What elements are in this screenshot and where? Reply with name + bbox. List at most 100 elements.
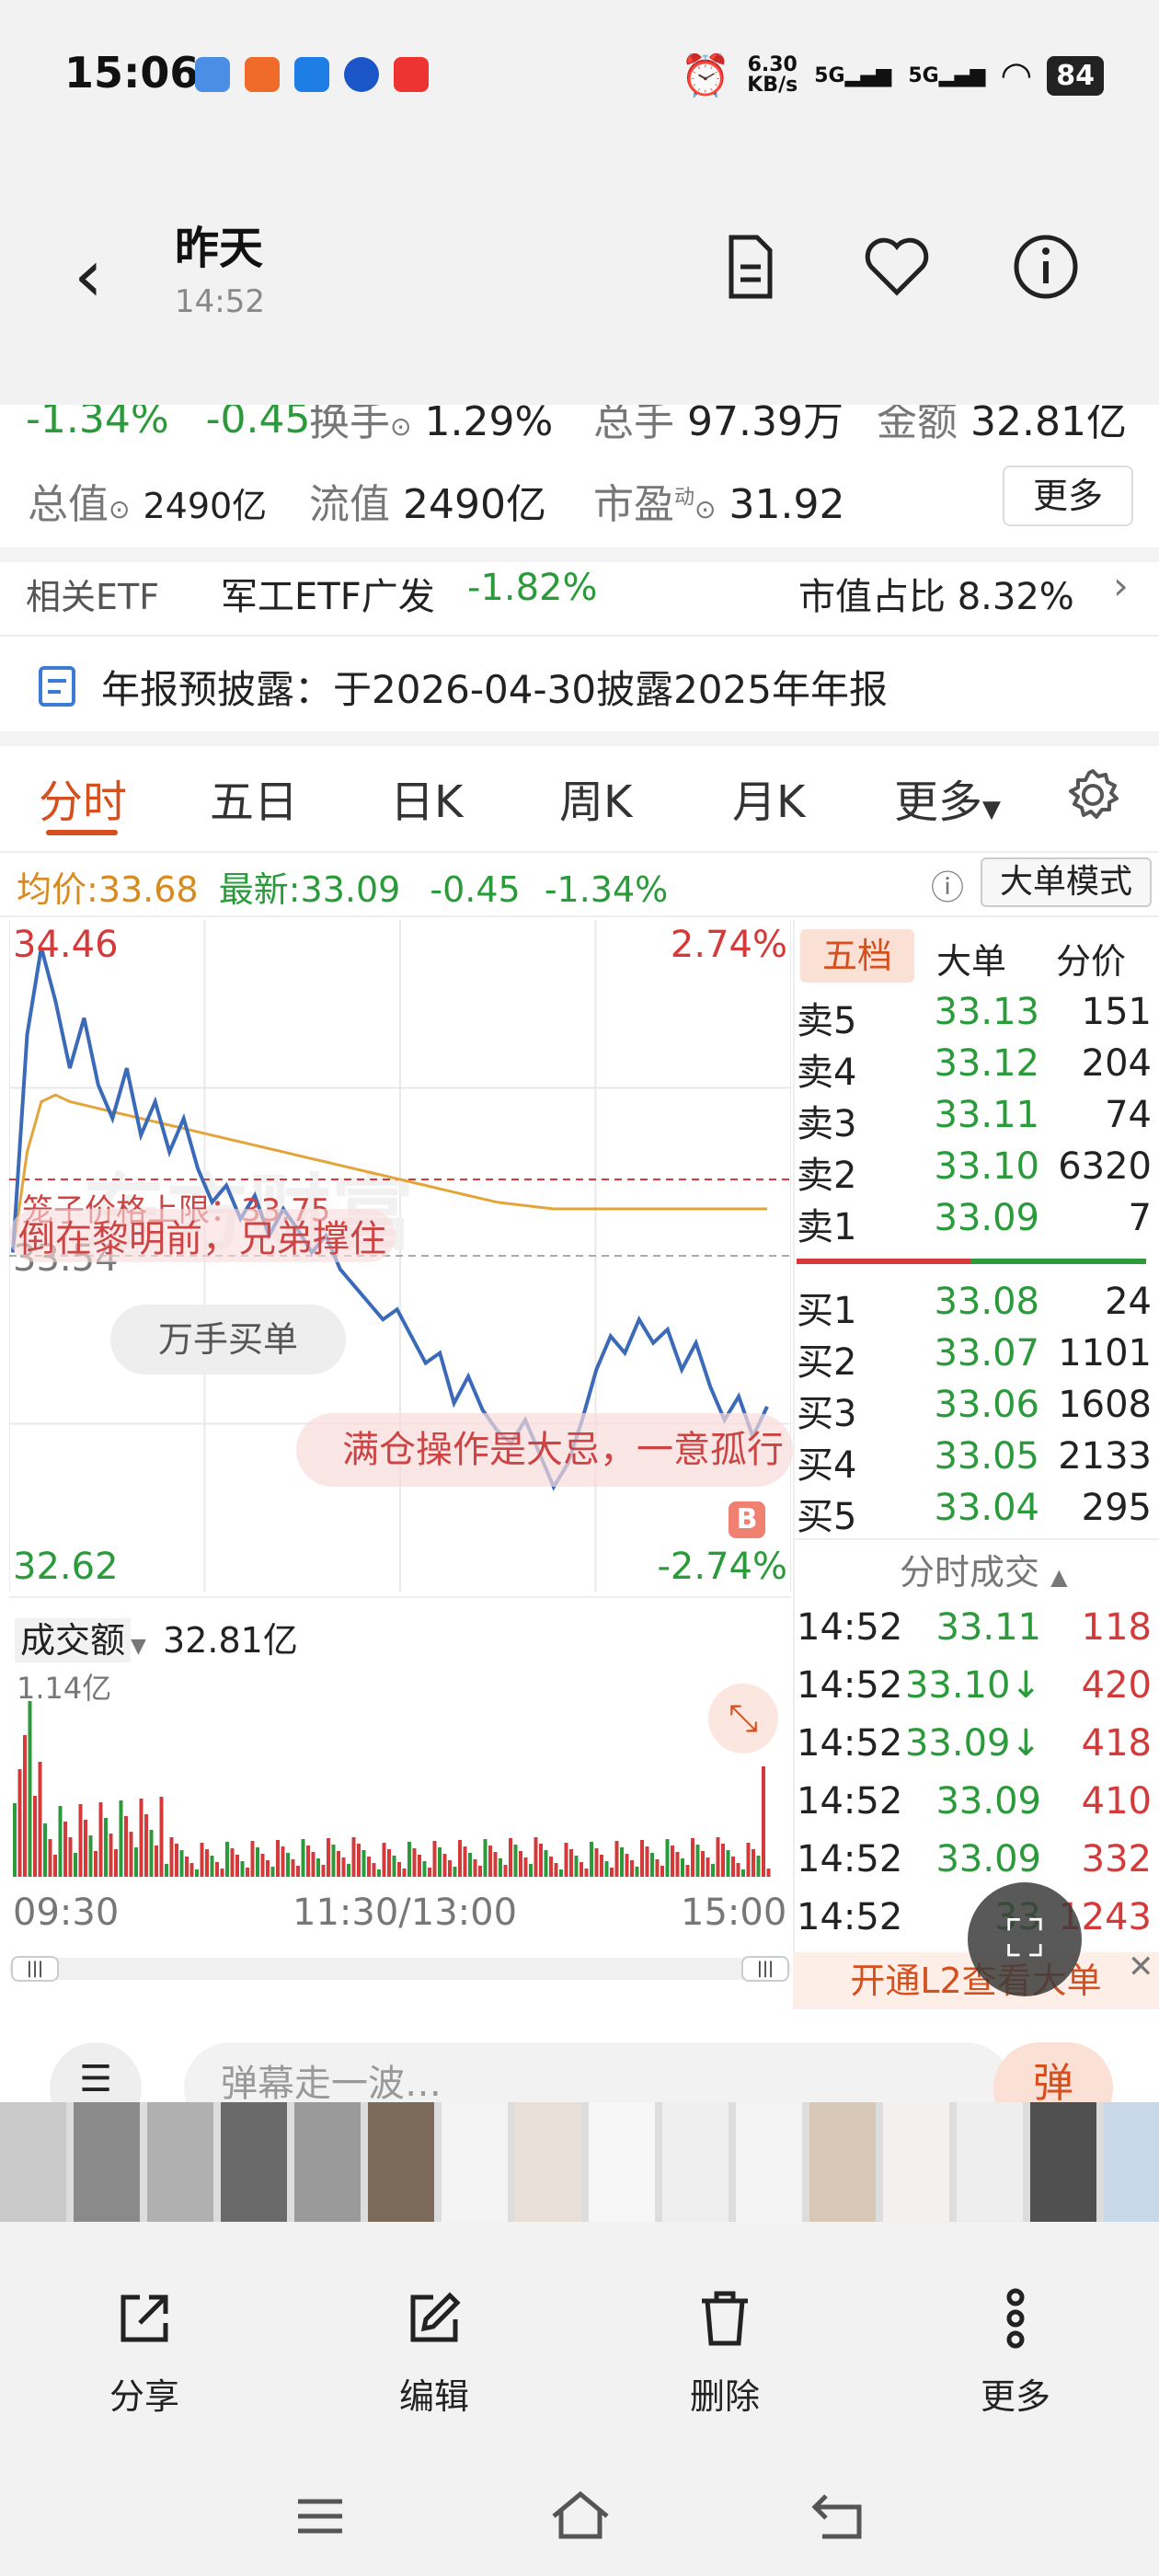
thumbnail-strip[interactable] bbox=[0, 2102, 1159, 2222]
volume-bar bbox=[88, 1835, 93, 1877]
volume-bar bbox=[33, 1796, 37, 1877]
expand-icon[interactable]: ⤡ bbox=[708, 1684, 778, 1754]
big-order-mode-button[interactable]: 大单模式 bbox=[981, 857, 1152, 907]
scroll-handle-right[interactable]: ||| bbox=[741, 1956, 789, 1982]
thumbnail[interactable] bbox=[147, 2102, 213, 2222]
thumbnail[interactable] bbox=[1030, 2102, 1096, 2222]
pe-ratio: 市盈动⊙ 31.92 bbox=[593, 481, 845, 528]
volume-header[interactable]: 成交额 ▼ 32.81亿 bbox=[15, 1612, 298, 1662]
big-order-chip[interactable]: 万手买单 bbox=[110, 1305, 346, 1374]
thumbnail[interactable] bbox=[0, 2102, 66, 2222]
app-icon-1 bbox=[195, 57, 230, 92]
volume-bar bbox=[291, 1859, 295, 1877]
tab-daily-k[interactable]: 日K bbox=[390, 765, 463, 830]
volume-bar bbox=[306, 1846, 310, 1877]
delete-button[interactable]: 删除 bbox=[633, 2286, 817, 2419]
tab-five-day[interactable]: 五日 bbox=[210, 765, 298, 830]
ticks-title[interactable]: 分时成交 ▲ bbox=[900, 1544, 1068, 1594]
header-title: 昨天 bbox=[175, 223, 264, 274]
thumbnail[interactable] bbox=[1104, 2102, 1159, 2222]
report-icon bbox=[39, 666, 75, 707]
chart-scrollbar[interactable] bbox=[9, 1958, 791, 1980]
menu-icon[interactable] bbox=[293, 2489, 348, 2544]
volume-bar bbox=[351, 1837, 356, 1877]
tab-intraday[interactable]: 分时 bbox=[39, 765, 127, 830]
volume-bar bbox=[438, 1847, 442, 1877]
volume-bar bbox=[711, 1864, 715, 1877]
document-icon[interactable] bbox=[713, 230, 786, 304]
close-icon[interactable]: ✕ bbox=[1128, 1949, 1154, 1985]
back-nav-icon[interactable] bbox=[809, 2489, 868, 2544]
help-icon[interactable]: ⓘ bbox=[931, 861, 964, 909]
danmu-bubble-2: 满仓操作是大忌，一意孤行 bbox=[296, 1413, 793, 1487]
volume-bar bbox=[109, 1834, 113, 1877]
volume-bar bbox=[529, 1864, 533, 1877]
volume-bar bbox=[756, 1856, 761, 1877]
tab-weekly-k[interactable]: 周K bbox=[559, 765, 632, 830]
sim1-signal: 5G▂▄▆ bbox=[814, 63, 892, 87]
tab-big-order[interactable]: 大单 bbox=[936, 933, 1006, 983]
thumbnail[interactable] bbox=[883, 2102, 949, 2222]
settings-gear-icon[interactable] bbox=[1063, 765, 1122, 824]
tab-price-dist[interactable]: 分价 bbox=[1056, 933, 1126, 983]
volume-bar bbox=[78, 1804, 83, 1877]
home-icon[interactable] bbox=[548, 2489, 613, 2544]
buy-marker-icon[interactable]: B bbox=[729, 1501, 765, 1538]
danmu-input[interactable]: 弹幕走一波… bbox=[184, 2042, 1012, 2102]
notice-text[interactable]: 年报预披露：于2026-04-30披露2025年年报 bbox=[101, 659, 888, 715]
thumbnail[interactable] bbox=[809, 2102, 876, 2222]
thumbnail[interactable] bbox=[957, 2102, 1023, 2222]
volume-bar bbox=[569, 1849, 573, 1877]
bid-volume: 2133 bbox=[1058, 1435, 1152, 1478]
thumbnail[interactable] bbox=[736, 2102, 802, 2222]
turnover: 换手⊙ 1.29% bbox=[309, 405, 554, 445]
low-pct-label: -2.74% bbox=[657, 1546, 787, 1588]
screenshot-scan-icon[interactable]: ⛶ bbox=[968, 1882, 1082, 1996]
volume-bar bbox=[584, 1869, 589, 1877]
volume-bar bbox=[630, 1860, 634, 1877]
back-arrow-icon[interactable]: ‹ bbox=[74, 239, 103, 313]
quote-row-1: -1.34% -0.45 bbox=[26, 405, 311, 443]
volume-bar bbox=[215, 1862, 219, 1877]
thumbnail[interactable] bbox=[442, 2102, 508, 2222]
more-button[interactable]: 更多 bbox=[1003, 466, 1133, 526]
volume-bar bbox=[681, 1858, 684, 1877]
tab-monthly-k[interactable]: 月K bbox=[732, 765, 805, 830]
danmu-button[interactable]: 弹 bbox=[993, 2042, 1113, 2102]
volume-bar bbox=[276, 1840, 280, 1877]
volume-bar bbox=[594, 1848, 599, 1877]
tick-volume: 410 bbox=[1081, 1780, 1152, 1823]
gallery-header: ‹ 昨天 14:52 bbox=[0, 147, 1159, 405]
info-icon[interactable] bbox=[1009, 230, 1083, 304]
volume-bar bbox=[685, 1865, 690, 1877]
edit-button[interactable]: 编辑 bbox=[342, 2286, 526, 2419]
tab-five-levels[interactable]: 五档 bbox=[800, 929, 914, 983]
thumbnail[interactable] bbox=[589, 2102, 655, 2222]
tab-more[interactable]: 更多▼ bbox=[894, 765, 1001, 830]
etf-name[interactable]: 军工ETF广发 bbox=[221, 567, 435, 620]
chevron-right-icon[interactable]: › bbox=[1113, 563, 1129, 608]
bid-volume: 24 bbox=[1105, 1281, 1152, 1323]
thumbnail[interactable] bbox=[74, 2102, 140, 2222]
volume-bar bbox=[675, 1852, 680, 1877]
volume-bar bbox=[48, 1839, 52, 1877]
heart-icon[interactable] bbox=[860, 230, 934, 304]
volume-bar bbox=[225, 1842, 229, 1877]
action-bar: 分享 编辑 删除 更多 bbox=[0, 2222, 1159, 2461]
thumbnail[interactable] bbox=[221, 2102, 287, 2222]
thumbnail[interactable] bbox=[515, 2102, 581, 2222]
danmu-list-icon[interactable]: ☰ bbox=[50, 2042, 142, 2102]
volume-bar bbox=[726, 1850, 730, 1877]
volume-bar bbox=[650, 1853, 654, 1877]
thumbnail[interactable] bbox=[294, 2102, 361, 2222]
ask-volume: 7 bbox=[1128, 1197, 1152, 1239]
share-button[interactable]: 分享 bbox=[52, 2286, 236, 2419]
thumbnail[interactable] bbox=[368, 2102, 434, 2222]
scroll-handle-left[interactable]: ||| bbox=[11, 1956, 59, 1982]
thumbnail[interactable] bbox=[662, 2102, 729, 2222]
more-actions-button[interactable]: 更多 bbox=[924, 2286, 1107, 2419]
volume-bar bbox=[513, 1845, 518, 1877]
volume-bar bbox=[321, 1865, 326, 1877]
volume-bar bbox=[382, 1843, 386, 1877]
volume-bar bbox=[327, 1838, 330, 1877]
